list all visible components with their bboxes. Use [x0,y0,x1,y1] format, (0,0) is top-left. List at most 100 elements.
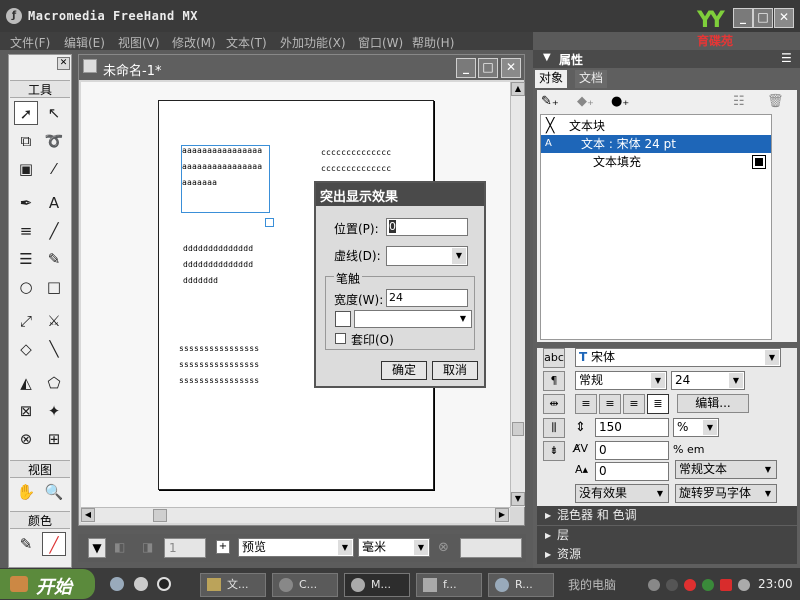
menu-window[interactable]: 窗口(W) [358,34,403,51]
cancel-render-icon[interactable]: ⊗ [438,540,449,555]
page-number-select[interactable]: 1 [164,538,206,558]
collapse-arrow-icon[interactable]: ▼ [543,52,551,63]
layers-panel-group[interactable]: ▶ 层 [537,526,797,545]
duplicate-item-icon[interactable]: ☷ [733,94,745,109]
baseline-input[interactable]: 0 [595,462,669,481]
envelope-tool-icon[interactable]: ⊠ [14,399,38,423]
link-tool-icon[interactable]: ⊗ [14,427,38,451]
view-mode-select[interactable]: 预览 ▼ [238,538,354,557]
overprint-checkbox[interactable] [335,333,346,344]
menu-xtras[interactable]: 外加功能(X) [280,34,346,51]
mixer-panel-group[interactable]: ▶ 混色器 和 色调 [537,506,797,525]
paragraph-icon[interactable]: ¶ [543,371,565,391]
line-tool-icon[interactable]: ╱ [42,219,66,243]
text-block-handle[interactable] [265,218,274,227]
tray-antivirus-icon[interactable] [684,579,696,591]
taskbar-item-folder[interactable]: 文... [200,573,266,597]
width-input[interactable]: 24 [386,289,468,307]
align-right-icon[interactable]: ≡ [623,394,645,414]
close-button[interactable]: ✕ [774,8,794,28]
align-left-icon[interactable]: ≡ [575,394,597,414]
assets-panel-group[interactable]: ▶ 资源 [537,545,797,564]
spacing-icon[interactable]: ⇹ [543,394,565,414]
rotation-select[interactable]: 旋转罗马字体 ▼ [675,484,777,503]
quicklaunch-ie-icon[interactable] [110,577,124,591]
ok-button[interactable]: 确定 [381,361,427,380]
menu-edit[interactable]: 编辑(E) [64,34,105,51]
quicklaunch-media-icon[interactable] [134,577,148,591]
horizontal-scrollbar[interactable]: ◀ ▶ [81,507,510,523]
subselect-tool-icon[interactable]: ↖ [42,101,66,125]
list-item-text-block[interactable]: ╳ 文本块 [541,117,771,135]
add-effect-icon[interactable]: ●₊ [611,94,629,109]
add-fill-icon[interactable]: ◆₊ [577,94,594,109]
stroke-color-select[interactable]: ▼ [354,310,472,328]
tray-keyboard-icon[interactable] [648,579,660,591]
align-justify-icon[interactable]: ≣ [647,394,669,414]
doc-maximize-button[interactable]: □ [478,58,498,78]
scroll-down-icon[interactable]: ▼ [511,492,525,506]
page-tool-icon[interactable]: ⧉ [14,129,38,153]
stroke-color-icon[interactable]: ✎ [14,532,38,556]
trace-tool-icon[interactable]: ▣ [14,157,38,181]
tray-volume-icon[interactable] [738,579,750,591]
pointer-tool-icon[interactable]: ➚ [14,101,38,125]
leading-unit-select[interactable]: % ▼ [673,418,719,437]
leading-input[interactable]: 150 [595,418,669,437]
font-select[interactable]: T 宋体 ▼ [575,348,781,367]
pencil-tool-icon[interactable]: ✎ [42,247,66,271]
taskbar-item-f[interactable]: f... [416,573,482,597]
object-list-scroll[interactable] [775,114,795,340]
ellipse-tool-icon[interactable]: ○ [14,275,38,299]
text-block-selection[interactable] [181,145,270,213]
menu-file[interactable]: 文件(F) [10,34,50,51]
zoom-tool-icon[interactable]: 🔍 [42,480,66,504]
delete-item-icon[interactable]: 🗑 [767,94,784,109]
properties-header[interactable]: ▼ 属性 ☰ [533,50,800,68]
taskbar-item-freehand[interactable]: M... [344,573,410,597]
chart-tool-icon[interactable]: ☰ [14,247,38,271]
menu-modify[interactable]: 修改(M) [172,34,216,51]
text-block-d[interactable]: dddddddddddddd dddddddddddddd ddddddd [183,241,253,289]
columns-icon[interactable]: ⫼ [543,418,565,438]
symbol-tool-icon[interactable]: ⊞ [42,427,66,451]
no-color-swatch-icon[interactable]: ╱ [42,532,66,556]
align-center-icon[interactable]: ≡ [599,394,621,414]
perspective-tool-icon[interactable]: ◭ [14,371,38,395]
add-page-icon[interactable]: + [216,540,230,554]
tab-object[interactable]: 对象 [535,70,568,88]
doc-close-button[interactable]: ✕ [501,58,521,78]
scroll-left-icon[interactable]: ◀ [81,508,95,522]
position-input[interactable]: 0 [386,218,468,236]
text-tool-icon[interactable]: A [42,191,66,215]
tray-network-icon[interactable] [666,579,678,591]
brush-tool-icon[interactable]: ╲ [42,337,66,361]
unit-select[interactable]: 毫米 ▼ [358,538,430,557]
status-dropdown-icon[interactable]: ▼ [88,538,106,558]
text-mode-select[interactable]: 常规文本 ▼ [675,460,777,479]
eraser-tool-icon[interactable]: ◇ [14,337,38,361]
tray-my-computer[interactable]: 我的电脑 [568,576,616,593]
scroll-up-icon[interactable]: ▲ [511,82,525,96]
taskbar-item-c[interactable]: C... [272,573,338,597]
effect-select[interactable]: 没有效果 ▼ [575,484,669,503]
menu-help[interactable]: 帮助(H) [412,34,454,51]
eyedropper-tool-icon[interactable]: ⁄ [42,157,66,181]
connector-tool-icon[interactable]: ≡ [14,219,38,243]
prev-page-icon[interactable]: ◨ [142,540,153,554]
panel-options-icon[interactable]: ☰ [781,51,792,65]
tab-document[interactable]: 文档 [575,70,608,88]
taskbar-item-r[interactable]: R... [488,573,554,597]
menu-text[interactable]: 文本(T) [226,34,267,51]
extrude-tool-icon[interactable]: ⬠ [42,371,66,395]
kerning-input[interactable]: 0 [595,441,669,460]
spray-tool-icon[interactable]: ✦ [42,399,66,423]
text-block-c[interactable]: cccccccccccccc cccccccccccccc [321,145,391,177]
knife-tool-icon[interactable]: ⚔ [42,309,66,333]
scale-tool-icon[interactable]: ⤢ [14,309,38,333]
text-flow-icon[interactable]: ⇟ [543,441,565,461]
add-stroke-icon[interactable]: ✎₊ [541,94,559,109]
hand-tool-icon[interactable]: ✋ [14,480,38,504]
style-select[interactable]: 常规 ▼ [575,371,667,390]
vertical-scrollbar[interactable]: ▲ ▼ [510,82,525,507]
